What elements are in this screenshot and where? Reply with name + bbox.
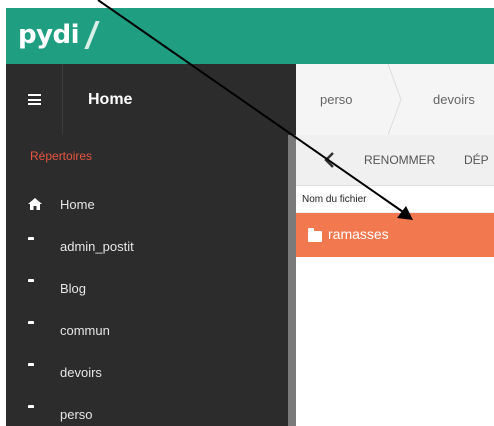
folder-icon <box>28 324 42 336</box>
breadcrumb: perso devoirs <box>296 64 494 135</box>
file-list-header: Nom du fichier <box>296 186 494 213</box>
sidebar-item-label: commun <box>60 322 110 338</box>
sidebar-item-home[interactable]: Home <box>6 183 288 225</box>
top-bar: pydi <box>6 8 494 64</box>
column-header-name[interactable]: Nom du fichier <box>302 194 366 205</box>
rename-button[interactable]: RENOMMER <box>364 135 435 185</box>
move-button[interactable]: DÉP <box>464 135 489 185</box>
sidebar-item-label: devoirs <box>60 364 102 380</box>
page-title: Home <box>88 91 133 108</box>
chevron-left-icon[interactable] <box>320 150 340 170</box>
sidebar: Répertoires Home admin_postit Blog commu… <box>6 135 288 426</box>
hamburger-menu-icon <box>27 94 41 105</box>
sidebar-item-admin-postit[interactable]: admin_postit <box>6 225 288 267</box>
folder-icon <box>28 240 42 252</box>
sidebar-scrollbar[interactable] <box>288 135 296 426</box>
sidebar-item-label: Home <box>60 196 95 212</box>
app-logo[interactable]: pydi <box>18 18 100 52</box>
sidebar-item-commun[interactable]: commun <box>6 309 288 351</box>
sidebar-item-label: Blog <box>60 280 87 296</box>
menu-button[interactable] <box>6 64 63 135</box>
home-icon <box>28 198 42 210</box>
folder-icon <box>308 228 322 242</box>
app-frame: pydi Home perso devoirs Répertoires Home… <box>6 8 494 426</box>
sidebar-item-devoirs[interactable]: devoirs <box>6 351 288 393</box>
file-name: ramasses <box>328 226 389 242</box>
toolbar: RENOMMER DÉP <box>296 135 494 186</box>
sidebar-item-blog[interactable]: Blog <box>6 267 288 309</box>
folder-icon <box>28 408 42 420</box>
folder-icon <box>28 366 42 378</box>
sidebar-heading: Répertoires <box>30 149 93 163</box>
header: Home <box>6 64 296 135</box>
breadcrumb-separator <box>388 64 402 135</box>
breadcrumb-item-perso[interactable]: perso <box>320 64 353 135</box>
sidebar-item-label: admin_postit <box>60 238 134 254</box>
folder-icon <box>28 282 42 294</box>
sidebar-item-label: perso <box>60 406 93 422</box>
sidebar-item-perso[interactable]: perso <box>6 393 288 426</box>
file-row-ramasses[interactable]: ramasses <box>296 213 494 257</box>
breadcrumb-item-devoirs[interactable]: devoirs <box>433 64 475 135</box>
